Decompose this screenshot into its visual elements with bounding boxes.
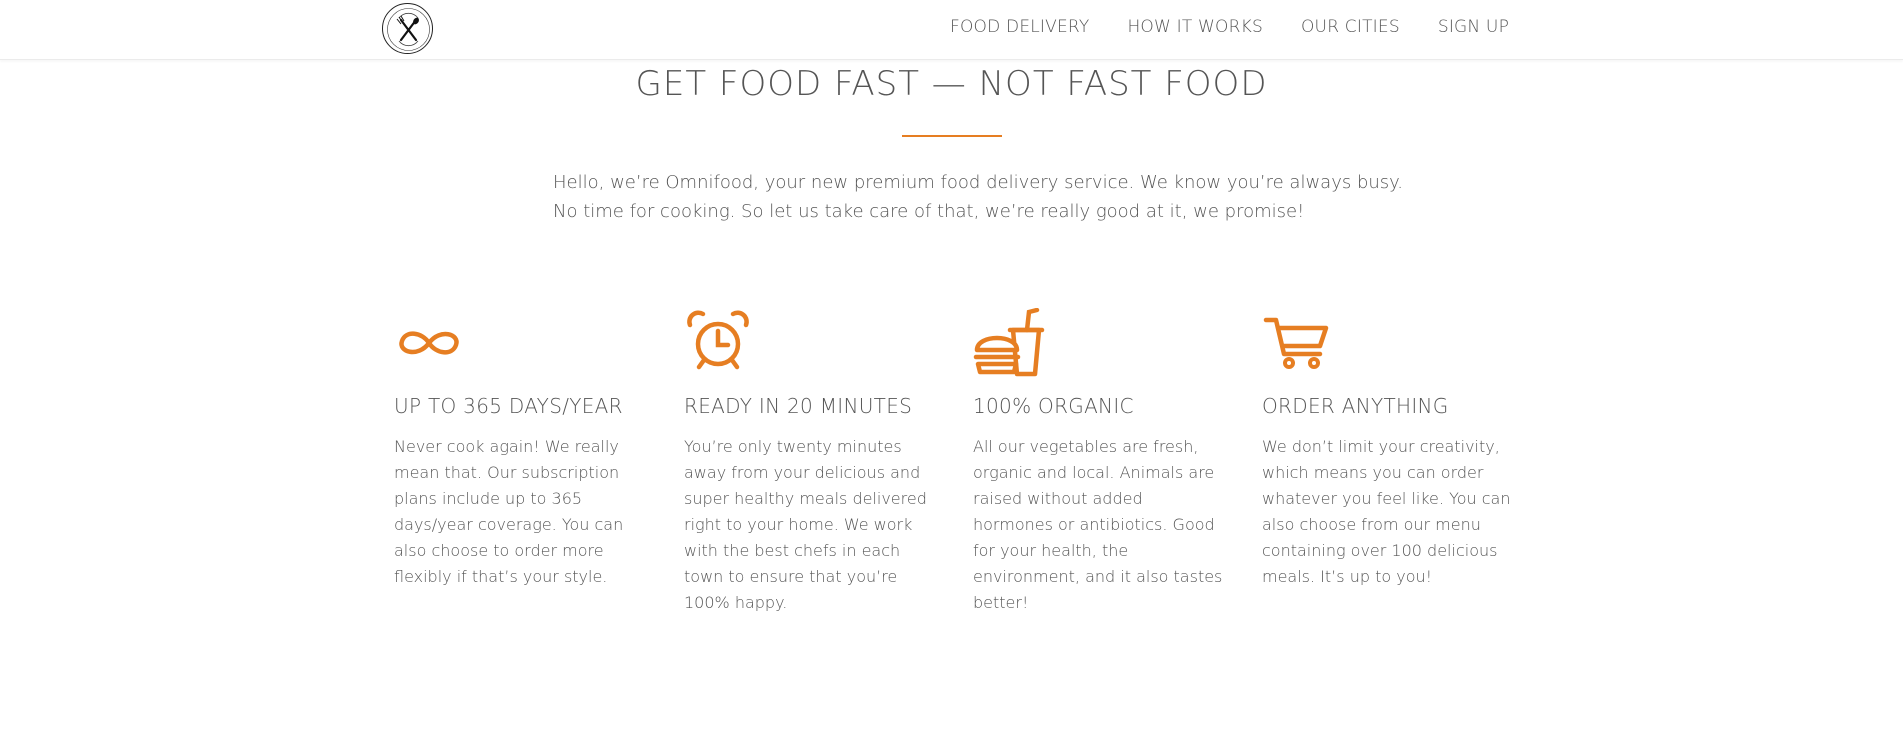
intro-text: Hello, we’re Omnifood, your new premium … [553,168,1403,226]
intro-line-1: Hello, we’re Omnifood, your new premium … [553,172,1403,193]
shopping-cart-icon [1262,308,1512,378]
main-menu: FOOD DELIVERY HOW IT WORKS OUR CITIES SI… [950,17,1509,37]
feature-title: 100% ORGANIC [973,394,1134,418]
alarm-clock-icon [684,308,934,378]
feature-title: READY IN 20 MINUTES [684,394,913,418]
feature-organic: 100% ORGANIC All our vegetables are fres… [973,308,1223,612]
burger-drink-icon [973,308,1223,378]
feature-title: ORDER ANYTHING [1262,394,1449,418]
feature-description: We don’t limit your creativity, which me… [1262,437,1511,586]
omnifood-logo[interactable] [382,3,433,54]
feature-description: All our vegetables are fresh, organic an… [973,437,1223,612]
nav-link-our-cities[interactable]: OUR CITIES [1301,17,1400,37]
feature-ready-20-minutes: READY IN 20 MINUTES You’re only twenty m… [684,308,934,612]
nav-link-how-it-works[interactable]: HOW IT WORKS [1127,17,1263,37]
top-navigation: FOOD DELIVERY HOW IT WORKS OUR CITIES SI… [0,0,1903,60]
feature-description: Never cook again! We really mean that. O… [394,437,624,586]
infinity-icon [394,308,644,378]
title-divider [902,135,1002,137]
feature-order-anything: ORDER ANYTHING We don’t limit your creat… [1262,308,1512,586]
nav-link-food-delivery[interactable]: FOOD DELIVERY [950,17,1089,37]
feature-description: You’re only twenty minutes away from you… [684,437,927,612]
feature-title: UP TO 365 DAYS/YEAR [394,394,623,418]
section-title: GET FOOD FAST — NOT FAST FOOD [635,64,1268,104]
nav-link-sign-up[interactable]: SIGN UP [1438,17,1509,37]
feature-365-days: UP TO 365 DAYS/YEAR Never cook again! We… [394,308,644,586]
intro-line-2: No time for cooking. So let us take care… [553,201,1305,222]
